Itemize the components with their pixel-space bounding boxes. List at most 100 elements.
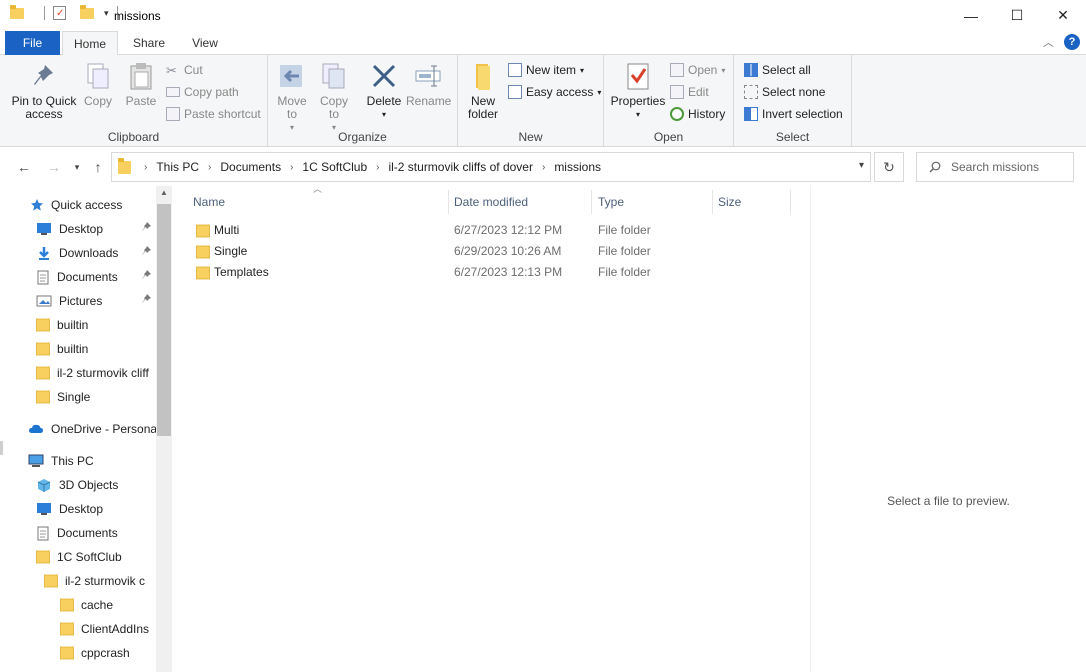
history-button[interactable]: History bbox=[670, 105, 725, 123]
nav-item-documents[interactable]: Documents bbox=[36, 266, 118, 288]
pin-to-quick-access-button[interactable]: Pin to Quick access bbox=[8, 61, 80, 121]
column-header-size[interactable]: Size bbox=[718, 190, 790, 214]
address-dropdown-icon[interactable]: ▾ bbox=[859, 160, 864, 171]
breadcrumb-1c-softclub[interactable]: 1C SoftClub bbox=[302, 160, 367, 174]
customize-toolbar-icon[interactable]: ▾ bbox=[104, 8, 109, 19]
nav-item-documents[interactable]: Documents bbox=[36, 522, 118, 544]
nav-item-onedrive-personal[interactable]: OneDrive - Personal bbox=[28, 418, 160, 440]
nav-item-label: il-2 sturmovik cliff bbox=[57, 366, 149, 380]
up-button[interactable]: ↑ bbox=[87, 157, 109, 177]
nav-scrollbar-thumb[interactable] bbox=[157, 204, 171, 436]
nav-item-downloads[interactable]: Downloads bbox=[36, 242, 118, 264]
select-all-button[interactable]: Select all bbox=[744, 61, 811, 79]
new-folder-icon[interactable] bbox=[80, 4, 94, 19]
invert-selection-button[interactable]: Invert selection bbox=[744, 105, 843, 123]
nav-item-pictures[interactable]: Pictures bbox=[36, 290, 102, 312]
chevron-right-icon[interactable]: › bbox=[290, 162, 293, 173]
breadcrumb-il2[interactable]: il-2 sturmovik cliffs of dover bbox=[388, 160, 533, 174]
recent-locations-button[interactable]: ▾ bbox=[66, 157, 88, 177]
search-input[interactable] bbox=[951, 160, 1071, 174]
pin-icon bbox=[141, 246, 151, 259]
rename-button[interactable]: Rename bbox=[406, 61, 451, 108]
folder-icon bbox=[36, 318, 50, 332]
nav-item-builtin[interactable]: builtin bbox=[36, 338, 88, 360]
copy-button[interactable]: Copy bbox=[82, 61, 114, 108]
chevron-right-icon[interactable]: › bbox=[376, 162, 379, 173]
column-separator[interactable] bbox=[790, 190, 791, 214]
invert-selection-icon bbox=[744, 107, 758, 121]
nav-item-this-pc[interactable]: This PC bbox=[28, 450, 94, 472]
back-button[interactable]: ← bbox=[13, 157, 35, 177]
select-none-button[interactable]: Select none bbox=[744, 83, 825, 101]
window-title: missions bbox=[114, 9, 161, 23]
new-item-button[interactable]: New item ▾ bbox=[508, 61, 584, 79]
folder-icon[interactable] bbox=[10, 4, 24, 19]
navigation-bar: ← → ▾ ↑ › This PC › Documents › 1C SoftC… bbox=[0, 152, 1086, 182]
new-folder-button[interactable]: New folder bbox=[464, 61, 502, 121]
nav-item-il-2-sturmovik-c[interactable]: il-2 sturmovik c bbox=[44, 570, 145, 592]
easy-access-button[interactable]: Easy access ▾ bbox=[508, 83, 601, 101]
forward-button[interactable]: → bbox=[43, 157, 65, 177]
paste-shortcut-button[interactable]: Paste shortcut bbox=[166, 105, 261, 123]
tab-view[interactable]: View bbox=[180, 31, 230, 55]
column-separator[interactable] bbox=[448, 190, 449, 214]
help-icon[interactable]: ? bbox=[1064, 34, 1080, 50]
breadcrumb-this-pc[interactable]: This PC bbox=[156, 160, 199, 174]
file-row[interactable]: Single 6/29/2023 10:26 AM File folder bbox=[192, 241, 792, 262]
file-name: Templates bbox=[214, 265, 269, 279]
column-separator[interactable] bbox=[712, 190, 713, 214]
tab-file[interactable]: File bbox=[5, 31, 60, 55]
file-row[interactable]: Templates 6/27/2023 12:13 PM File folder bbox=[192, 262, 792, 283]
properties-button[interactable]: Properties ▾ bbox=[608, 61, 668, 121]
delete-button[interactable]: Delete ▾ bbox=[364, 61, 404, 121]
file-name: Single bbox=[214, 244, 248, 258]
scroll-up-icon[interactable]: ▲ bbox=[156, 188, 172, 202]
nav-item-builtin[interactable]: builtin bbox=[36, 314, 88, 336]
nav-item-desktop[interactable]: Desktop bbox=[36, 218, 103, 240]
column-header-type[interactable]: Type bbox=[598, 190, 712, 214]
chevron-down-icon: ▾ bbox=[580, 65, 585, 75]
tab-home[interactable]: Home bbox=[62, 31, 118, 56]
maximize-button[interactable]: ☐ bbox=[994, 0, 1040, 31]
nav-item-cppcrash[interactable]: cppcrash bbox=[60, 642, 130, 664]
nav-item-single[interactable]: Single bbox=[36, 386, 90, 408]
nav-item-label: builtin bbox=[57, 318, 89, 332]
copy-path-button[interactable]: Copy path bbox=[166, 83, 239, 101]
breadcrumb-missions[interactable]: missions bbox=[554, 160, 601, 174]
copy-to-button[interactable]: Copy to ▾ bbox=[316, 61, 352, 134]
file-row[interactable]: Multi 6/27/2023 12:12 PM File folder bbox=[192, 220, 792, 241]
file-list: ︿ Name Date modified Type Size Multi 6/27… bbox=[172, 184, 810, 672]
paste-label: Paste bbox=[125, 94, 157, 108]
chevron-right-icon[interactable]: › bbox=[208, 162, 211, 173]
nav-item-il-2-sturmovik-cliff[interactable]: il-2 sturmovik cliff bbox=[36, 362, 149, 384]
cut-button[interactable]: ✂ Cut bbox=[166, 61, 203, 79]
column-header-name[interactable]: Name bbox=[193, 190, 448, 214]
nav-item-quick-access[interactable]: Quick access bbox=[30, 194, 122, 216]
search-box[interactable] bbox=[916, 152, 1074, 182]
edit-button[interactable]: Edit bbox=[670, 83, 709, 101]
nav-item-clientaddins[interactable]: ClientAddIns bbox=[60, 618, 149, 640]
nav-item-label: cache bbox=[81, 598, 114, 612]
properties-icon[interactable]: ✓ bbox=[53, 6, 66, 20]
collapse-ribbon-icon[interactable]: ︿ bbox=[1043, 34, 1054, 50]
close-button[interactable]: ✕ bbox=[1040, 0, 1086, 31]
nav-item-cache[interactable]: cache bbox=[60, 594, 113, 616]
tab-share[interactable]: Share bbox=[122, 31, 176, 55]
column-header-date-modified[interactable]: Date modified bbox=[454, 190, 592, 214]
column-separator[interactable] bbox=[591, 190, 592, 214]
nav-item-3d-objects[interactable]: 3D Objects bbox=[36, 474, 118, 496]
paste-button[interactable]: Paste bbox=[122, 61, 160, 108]
chevron-down-icon: ▾ bbox=[721, 65, 726, 75]
nav-item-desktop[interactable]: Desktop bbox=[36, 498, 103, 520]
minimize-button[interactable]: — bbox=[948, 0, 994, 31]
folder-icon bbox=[36, 550, 50, 564]
chevron-right-icon[interactable]: › bbox=[542, 162, 545, 173]
address-bar[interactable]: › This PC › Documents › 1C SoftClub › il… bbox=[111, 152, 871, 182]
refresh-button[interactable]: ↻ bbox=[874, 152, 904, 182]
copy-label: Copy bbox=[83, 94, 112, 108]
open-button[interactable]: Open ▾ bbox=[670, 61, 725, 79]
nav-item-1c-softclub[interactable]: 1C SoftClub bbox=[36, 546, 122, 568]
breadcrumb-documents[interactable]: Documents bbox=[220, 160, 281, 174]
chevron-right-icon[interactable]: › bbox=[144, 162, 147, 173]
move-to-button[interactable]: Move to ▾ bbox=[274, 61, 310, 134]
